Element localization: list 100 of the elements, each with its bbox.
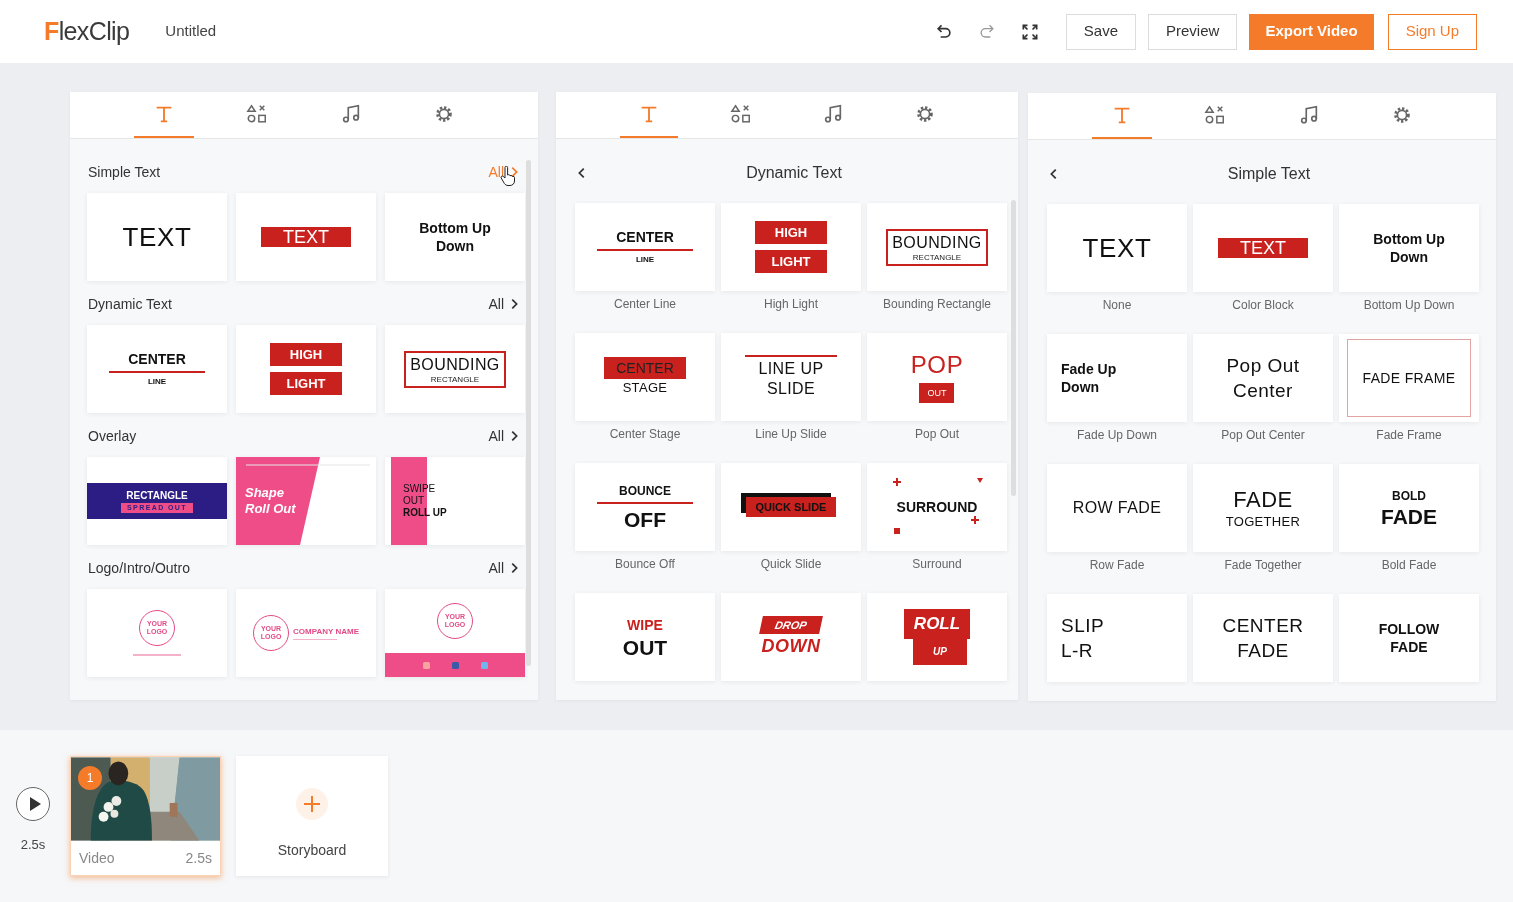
preview-text: Down	[435, 237, 475, 255]
template-card[interactable]: Pop Out Center	[1193, 334, 1333, 422]
preview-text: TEXT	[261, 227, 351, 247]
scrollbar[interactable]	[1011, 200, 1016, 496]
card-caption: Pop Out Center	[1221, 428, 1305, 442]
template-card[interactable]: Bottom Up Down	[385, 193, 525, 281]
preview-text: Fade Up	[1061, 360, 1117, 378]
social-icon	[480, 661, 488, 669]
preview-text: Center	[1233, 379, 1293, 403]
shapes-icon	[730, 103, 752, 125]
header-button[interactable]: Preview	[1148, 13, 1238, 50]
preview-text: DOWN	[761, 635, 821, 658]
preview-text: BOUNCE	[619, 482, 671, 499]
template-card[interactable]: FOLLOW FADE	[1339, 594, 1479, 682]
social-icon	[451, 661, 459, 669]
header-button[interactable]: Save	[1065, 13, 1136, 50]
settings-icon	[914, 103, 936, 125]
card-caption: High Light	[763, 297, 818, 311]
preview-text: LIGHT	[755, 250, 827, 273]
preview-text: L-R	[1061, 639, 1094, 663]
shapes-icon	[246, 103, 269, 125]
flexclip-logo[interactable]: FlexClip	[44, 12, 130, 51]
scrollbar[interactable]	[526, 160, 531, 666]
template-card[interactable]: HIGH LIGHT	[236, 325, 376, 413]
preview-text: BOUNDING	[410, 354, 500, 375]
preview-text: POP	[910, 351, 964, 379]
card-caption: Bold Fade	[1381, 558, 1437, 572]
template-card[interactable]: BOUNDING RECTANGLE	[867, 203, 1007, 291]
card-caption: Pop Out	[915, 427, 959, 441]
section-title: Overlay	[88, 426, 137, 446]
preview-text: LINE	[635, 254, 655, 266]
preview-text: RECTANGLE	[126, 489, 188, 502]
preview-text: OUT	[403, 495, 425, 507]
template-card[interactable]: CENTER STAGE	[575, 333, 715, 421]
template-card[interactable]: CENTER LINE	[575, 203, 715, 291]
social-icon	[422, 661, 430, 669]
template-card[interactable]: FADE FRAME	[1339, 334, 1479, 422]
template-card[interactable]: BOLD FADE	[1339, 464, 1479, 552]
preview-text: COMPANY NAME	[293, 626, 359, 637]
template-card[interactable]: BOUNCE OFF	[575, 463, 715, 551]
storyboard-button[interactable]: Storyboard	[236, 756, 388, 876]
preview-text: ROLL	[903, 609, 971, 639]
template-card[interactable]: HIGH LIGHT	[721, 203, 861, 291]
preview-text: FADE	[1390, 638, 1428, 656]
preview-text: TEXT	[1218, 238, 1308, 258]
all-link[interactable]: All	[488, 425, 521, 447]
template-card[interactable]: TEXT	[87, 193, 227, 281]
template-card[interactable]: Bottom Up Down	[1339, 204, 1479, 292]
template-card[interactable]: FADE TOGETHER	[1193, 464, 1333, 552]
preview-text: BOLD	[1392, 487, 1426, 504]
template-card[interactable]: BOUNDING RECTANGLE	[385, 325, 525, 413]
preview-text: LINE	[147, 376, 167, 388]
template-card[interactable]: CENTER LINE	[87, 325, 227, 413]
template-card[interactable]: SLIP L-R	[1047, 594, 1187, 682]
template-card[interactable]: Fade Up Down	[1047, 334, 1187, 422]
preview-text: OUT	[622, 634, 668, 660]
preview-text: OFF	[624, 506, 666, 532]
template-card[interactable]: TEXT	[236, 193, 376, 281]
template-card[interactable]: SURROUND	[867, 463, 1007, 551]
template-card[interactable]: POP OUT	[867, 333, 1007, 421]
template-card[interactable]: LINE UP SLIDE	[721, 333, 861, 421]
card-caption: Fade Together	[1224, 558, 1302, 572]
project-title[interactable]: Untitled	[165, 20, 217, 43]
card-caption: Center Stage	[609, 427, 681, 441]
play-icon	[28, 797, 41, 811]
preview-text: TEXT	[1082, 233, 1152, 263]
card-caption: Bottom Up Down	[1363, 298, 1455, 312]
clip-card[interactable]: 1 Video 2.5s	[70, 756, 221, 876]
preview-text: TEXT	[122, 222, 192, 252]
all-link[interactable]: All	[488, 557, 521, 579]
total-duration: 2.5s	[20, 836, 46, 854]
play-button[interactable]	[16, 787, 50, 821]
preview-text: Down	[1389, 248, 1429, 266]
card-caption: Color Block	[1232, 298, 1294, 312]
preview-text: Bottom Up	[419, 219, 491, 237]
preview-text: TOGETHER	[1225, 512, 1301, 531]
preview-text: CENTER	[1222, 614, 1304, 638]
preview-text: HIGH	[270, 343, 342, 366]
section-title: Simple Text	[88, 162, 161, 182]
preview-text: RECTANGLE	[912, 252, 962, 263]
template-card[interactable]: WIPE OUT	[575, 593, 715, 681]
preview-text: BOUNDING	[892, 232, 982, 253]
shapes-icon	[1204, 104, 1227, 126]
preview-text: SLIDE	[766, 379, 816, 399]
preview-text: SLIP	[1061, 614, 1105, 638]
preview-text: FADE FRAME	[1362, 369, 1456, 387]
template-card[interactable]: TEXT	[1047, 204, 1187, 292]
template-card[interactable]: DROP DOWN	[721, 593, 861, 681]
preview-text: FADE	[1233, 485, 1293, 513]
card-caption: Bounding Rectangle	[882, 297, 992, 311]
all-link[interactable]: All	[488, 293, 521, 315]
section-title: Logo/Intro/Outro	[88, 558, 190, 578]
template-card[interactable]: ROLL UP	[867, 593, 1007, 681]
preview-text: Bottom Up	[1373, 230, 1445, 248]
template-card[interactable]: TEXT	[1193, 204, 1333, 292]
preview-text: HIGH	[755, 221, 827, 244]
preview-text: STAGE	[622, 379, 668, 397]
template-card[interactable]: ROW FADE	[1047, 464, 1187, 552]
template-card[interactable]: CENTER FADE	[1193, 594, 1333, 682]
preview-text: UP	[913, 639, 967, 665]
